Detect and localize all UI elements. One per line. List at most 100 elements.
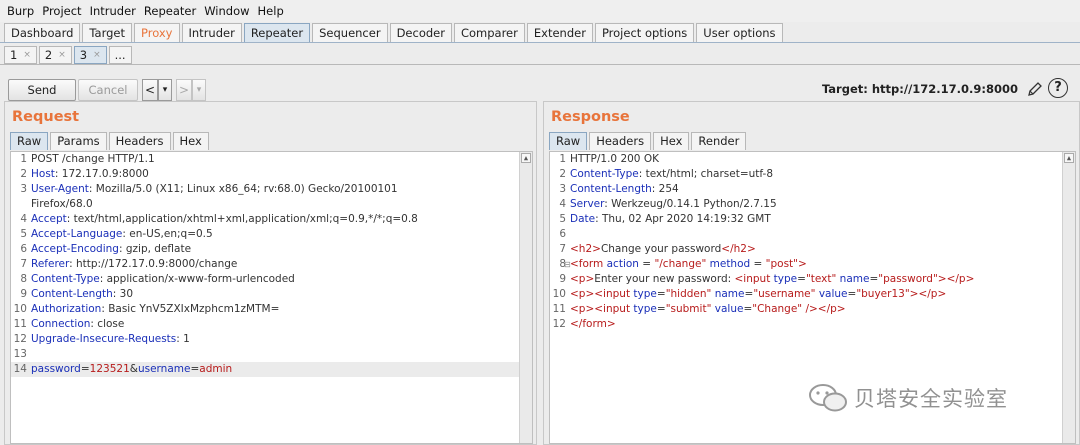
tab-sequencer[interactable]: Sequencer — [312, 23, 388, 42]
response-line: 9 <p>Enter your new password: <input type… — [550, 272, 1075, 287]
request-line: 5 Accept-Language: en-US,en;q=0.5 — [11, 227, 532, 242]
html-attribute-value: "/change" — [654, 258, 707, 270]
line-number: 7 — [559, 243, 566, 255]
html-tag: </h2> — [721, 243, 756, 255]
help-icon[interactable]: ? — [1048, 78, 1068, 98]
back-history-dropdown[interactable]: ▾ — [158, 79, 172, 101]
request-tab-headers[interactable]: Headers — [108, 132, 171, 150]
tab-comparer[interactable]: Comparer — [453, 23, 525, 42]
response-line: 11 <p><input type="submit" value="Change"… — [550, 302, 1075, 317]
html-attribute: name — [714, 288, 745, 300]
tab-dashboard[interactable]: Dashboard — [4, 23, 81, 42]
request-line: 12 Upgrade-Insecure-Requests: 1 — [11, 332, 532, 347]
html-attribute-value: "submit" — [665, 303, 712, 315]
html-tag: <input — [734, 273, 774, 285]
menu-project[interactable]: Project — [38, 4, 85, 18]
response-tab-hex[interactable]: Hex — [653, 132, 690, 150]
response-tab-render[interactable]: Render — [691, 132, 747, 150]
html-attribute: type — [633, 303, 657, 315]
repeater-tab-more[interactable]: ... — [108, 46, 132, 64]
scroll-up-arrow-icon[interactable]: ▲ — [521, 153, 531, 163]
line-number: 6 — [20, 243, 27, 255]
line-number: 1 — [559, 153, 566, 165]
tab-extender[interactable]: Extender — [526, 23, 593, 42]
header-value: : application/x-www-form-urlencoded — [99, 273, 295, 285]
edit-target-pencil-icon[interactable] — [1026, 80, 1044, 98]
repeater-tab-1[interactable]: 1 × — [4, 46, 37, 64]
html-attribute-value: "username" — [753, 288, 816, 300]
close-tab-icon[interactable]: × — [93, 50, 101, 60]
repeater-tab-3[interactable]: 3 × — [73, 46, 107, 64]
header-name: Accept-Encoding — [31, 243, 119, 255]
header-name: Server — [570, 198, 605, 210]
request-view-tabs: Raw Params Headers Hex — [10, 132, 209, 150]
forward-button[interactable]: > — [176, 79, 192, 101]
repeater-tab-label: 2 — [44, 48, 53, 62]
request-scrollbar[interactable]: ▲ — [519, 152, 532, 443]
tab-user-options[interactable]: User options — [696, 23, 783, 42]
header-value: : 172.17.0.9:8000 — [54, 168, 149, 180]
subtab-divider — [0, 64, 1080, 65]
menu-burp[interactable]: Burp — [3, 4, 38, 18]
scroll-up-arrow-icon[interactable]: ▲ — [1064, 153, 1074, 163]
request-line: 3 User-Agent: Mozilla/5.0 (X11; Linux x86… — [11, 182, 532, 197]
send-button[interactable]: Send — [8, 79, 76, 101]
close-tab-icon[interactable]: × — [58, 50, 66, 60]
close-tab-icon[interactable]: × — [23, 50, 31, 60]
repeater-tab-label: 1 — [10, 48, 18, 62]
html-tag: ></p> — [937, 273, 975, 285]
cancel-button[interactable]: Cancel — [78, 79, 138, 101]
request-line: 13 — [11, 347, 532, 362]
tab-repeater[interactable]: Repeater — [243, 23, 311, 42]
response-scrollbar[interactable]: ▲ — [1062, 152, 1075, 443]
header-value: : http://172.17.0.9:8000/change — [69, 258, 238, 270]
param-separator: & — [129, 363, 138, 375]
watermark: 贝塔安全实验室 — [808, 382, 1008, 414]
html-attribute-value: "password" — [878, 273, 938, 285]
repeater-tab-2[interactable]: 2 × — [38, 46, 72, 64]
line-number: 9 — [20, 288, 27, 300]
tab-project-options[interactable]: Project options — [594, 23, 695, 42]
request-title: Request — [12, 109, 80, 125]
header-name: Date — [570, 213, 596, 225]
menu-window[interactable]: Window — [200, 4, 253, 18]
forward-history-dropdown[interactable]: ▾ — [192, 79, 206, 101]
param-value: 123521 — [89, 363, 130, 375]
tab-proxy[interactable]: Proxy — [133, 23, 180, 42]
header-name: Content-Length — [31, 288, 113, 300]
html-tag: > — [798, 258, 807, 270]
html-attribute: type — [773, 273, 798, 285]
request-tab-hex[interactable]: Hex — [172, 132, 209, 150]
request-editor[interactable]: 1 POST /change HTTP/1.1 2 Host: 172.17.0.9:… — [10, 151, 533, 444]
html-attribute-value: "text" — [805, 273, 837, 285]
fold-toggle-icon[interactable]: ⊟ — [564, 257, 571, 272]
menu-repeater[interactable]: Repeater — [140, 4, 200, 18]
response-tab-headers[interactable]: Headers — [589, 132, 652, 150]
html-text: = — [638, 258, 655, 270]
request-tab-params[interactable]: Params — [50, 132, 107, 150]
line-text: Firefox/68.0 — [31, 198, 93, 210]
html-text: = — [847, 288, 857, 300]
response-tab-raw[interactable]: Raw — [549, 132, 588, 150]
menu-help[interactable]: Help — [254, 4, 288, 18]
line-number: 6 — [559, 228, 566, 240]
request-line: 9 Content-Length: 30 — [11, 287, 532, 302]
menu-intruder[interactable]: Intruder — [86, 4, 140, 18]
response-line: 8 ⊟ <form action = "/change" method = "pos… — [550, 257, 1075, 272]
request-line: 2 Host: 172.17.0.9:8000 — [11, 167, 532, 182]
response-title: Response — [551, 109, 630, 125]
tab-target[interactable]: Target — [82, 23, 132, 42]
line-number: 4 — [20, 213, 27, 225]
header-value: : Mozilla/5.0 (X11; Linux x86_64; rv:68.… — [88, 183, 398, 195]
param-name: password — [31, 363, 81, 375]
tab-decoder[interactable]: Decoder — [389, 23, 452, 42]
html-attribute-value: "buyer13" — [856, 288, 910, 300]
param-equals: = — [190, 363, 200, 375]
request-tab-raw[interactable]: Raw — [10, 132, 49, 150]
header-value: : close — [90, 318, 125, 330]
html-attribute-value: "hidden" — [665, 288, 712, 300]
line-number: 10 — [13, 303, 27, 315]
header-name: Accept — [31, 213, 67, 225]
tab-intruder[interactable]: Intruder — [181, 23, 242, 42]
back-button[interactable]: < — [142, 79, 158, 101]
